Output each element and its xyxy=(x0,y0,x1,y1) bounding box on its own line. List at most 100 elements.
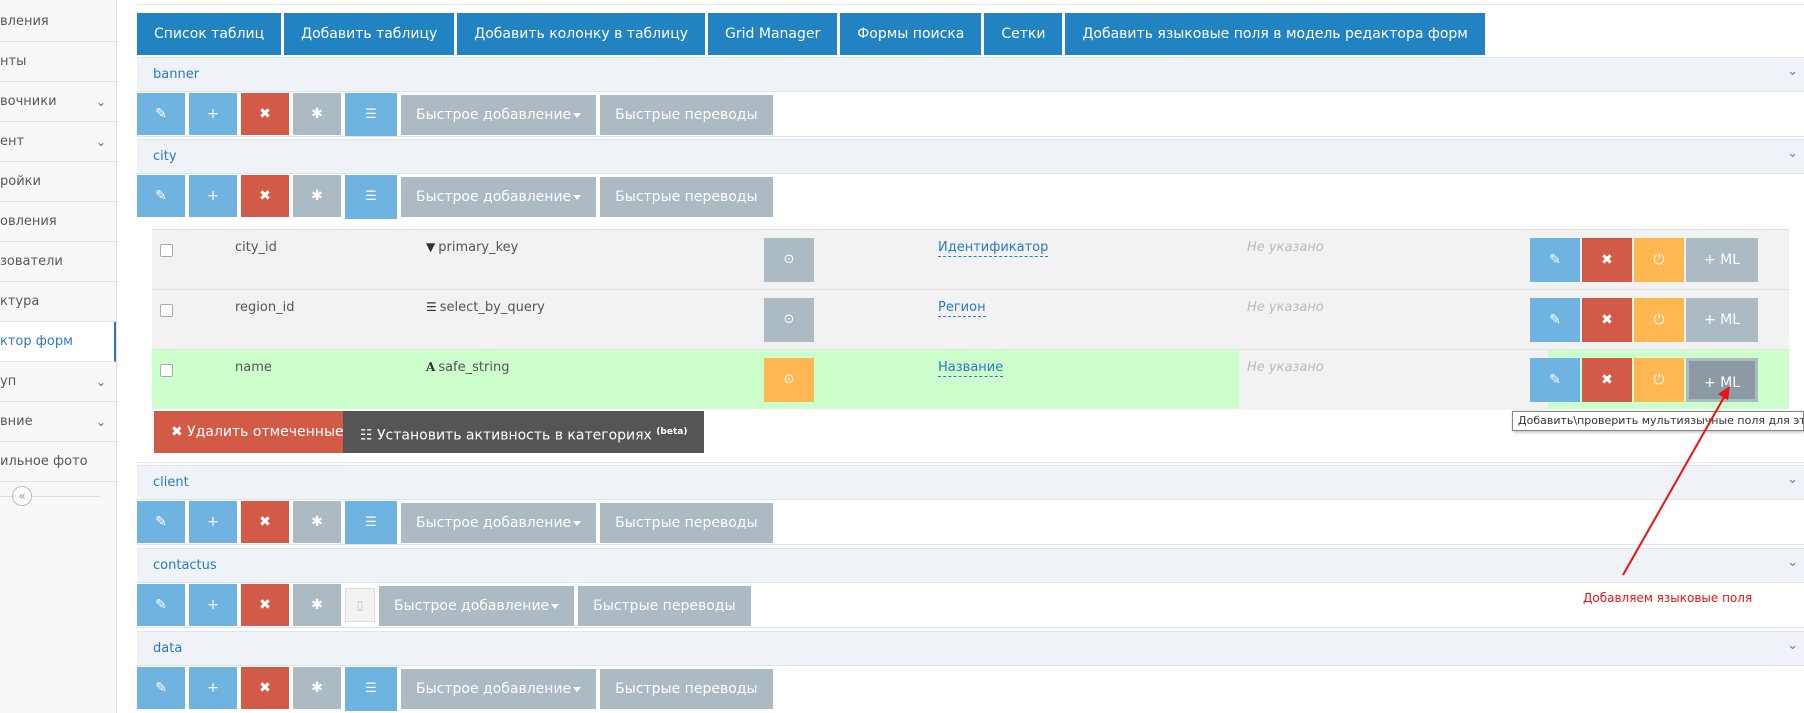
list-icon[interactable]: ☰ xyxy=(345,175,397,219)
delete-field-button[interactable]: ✖ xyxy=(1582,238,1632,282)
row-checkbox[interactable] xyxy=(160,304,173,317)
quick-translations-button[interactable]: Быстрые переводы xyxy=(600,503,773,543)
add-icon[interactable]: + xyxy=(189,584,237,626)
sidebar-item-7[interactable]: ктура xyxy=(0,282,116,322)
sidebar-item-4[interactable]: ройки xyxy=(0,162,116,202)
chevron-down-icon[interactable]: ⌄ xyxy=(1787,555,1798,570)
sidebar-item-1[interactable]: нты xyxy=(0,42,116,82)
edit-icon[interactable]: ✎ xyxy=(137,501,185,543)
row-checkbox[interactable] xyxy=(160,364,173,377)
sidebar-item-11[interactable]: ильное фото xyxy=(0,442,116,482)
sidebar-item-label: нты xyxy=(0,54,27,69)
quick-translations-button[interactable]: Быстрые переводы xyxy=(600,669,773,709)
delete-icon[interactable]: ✖ xyxy=(241,501,289,543)
edit-icon[interactable]: ✎ xyxy=(137,93,185,135)
quick-add-dropdown[interactable]: Быстрое добавление xyxy=(401,503,597,543)
table-panel-header[interactable]: contactus ⌄ xyxy=(137,548,1804,583)
delete-field-button[interactable]: ✖ xyxy=(1582,298,1632,342)
sidebar-item-10[interactable]: вние ⌄ xyxy=(0,402,116,442)
list-icon[interactable]: ☰ xyxy=(345,93,397,137)
chevron-down-icon[interactable]: ⌄ xyxy=(1787,64,1798,79)
quick-add-dropdown[interactable]: Быстрое добавление xyxy=(401,95,597,135)
field-toggle-button[interactable]: ⊙ xyxy=(764,298,814,342)
edit-field-button[interactable]: ✎ xyxy=(1530,238,1580,282)
chevron-down-icon[interactable]: ⌄ xyxy=(1787,472,1798,487)
asterisk-icon[interactable]: ✱ xyxy=(293,667,341,709)
chevron-down-icon[interactable]: ⌄ xyxy=(1787,638,1798,653)
list-icon: ☰ xyxy=(426,300,437,314)
quick-translations-button[interactable]: Быстрые переводы xyxy=(600,177,773,217)
add-icon[interactable]: + xyxy=(189,667,237,709)
field-toggle-button[interactable]: ⊙ xyxy=(764,238,814,282)
sidebar-item-label: овления xyxy=(0,214,57,229)
quick-add-label: Быстрое добавление xyxy=(416,189,572,205)
table-toolbar: ✎ + ✖ ✱ ▯ Быстрое добавление Быстрые пер… xyxy=(137,584,751,626)
field-toggle-button[interactable]: ⊙ xyxy=(764,358,814,402)
list-icon[interactable]: ☰ xyxy=(345,501,397,545)
edit-field-button[interactable]: ✎ xyxy=(1530,298,1580,342)
delete-icon[interactable]: ✖ xyxy=(241,175,289,217)
table-panel-header[interactable]: data ⌄ xyxy=(137,631,1804,666)
quick-add-label: Быстрое добавление xyxy=(416,107,572,123)
asterisk-icon[interactable]: ✱ xyxy=(293,501,341,543)
quick-translations-button[interactable]: Быстрые переводы xyxy=(600,95,773,135)
power-field-button[interactable]: ⏻ xyxy=(1634,358,1684,402)
sidebar-item-0[interactable]: вления xyxy=(0,2,116,42)
nav-grids-button[interactable]: Сетки xyxy=(984,13,1063,55)
asterisk-icon[interactable]: ✱ xyxy=(293,93,341,135)
chevron-down-icon[interactable]: ⌄ xyxy=(1787,146,1798,161)
row-checkbox[interactable] xyxy=(160,244,173,257)
sidebar-item-3[interactable]: ент ⌄ xyxy=(0,122,116,162)
asterisk-icon[interactable]: ✱ xyxy=(293,175,341,217)
ml-field-button[interactable]: + ML xyxy=(1686,298,1758,342)
quick-add-dropdown[interactable]: Быстрое добавление xyxy=(401,669,597,709)
sidebar-item-6[interactable]: зователи xyxy=(0,242,116,282)
quick-add-dropdown[interactable]: Быстрое добавление xyxy=(401,177,597,217)
field-label-link[interactable]: Регион xyxy=(938,300,986,317)
sidebar-item-form-editor[interactable]: ктор форм xyxy=(0,322,116,362)
nav-table-list-button[interactable]: Список таблиц xyxy=(137,13,282,55)
delete-selected-button[interactable]: ✖ Удалить отмеченные xyxy=(154,411,361,453)
table-name: contactus xyxy=(153,558,217,573)
delete-icon[interactable]: ✖ xyxy=(241,93,289,135)
quick-add-label: Быстрое добавление xyxy=(416,515,572,531)
delete-icon[interactable]: ✖ xyxy=(241,584,289,626)
field-description: Не указано xyxy=(1247,300,1324,315)
asterisk-icon[interactable]: ✱ xyxy=(293,584,341,626)
quick-add-dropdown[interactable]: Быстрое добавление xyxy=(379,586,575,626)
table-toolbar: ✎ + ✖ ✱ ☰ Быстрое добавление Быстрые пер… xyxy=(137,667,773,711)
sidebar-item-5[interactable]: овления xyxy=(0,202,116,242)
nav-add-column-button[interactable]: Добавить колонку в таблицу xyxy=(457,13,706,55)
sidebar-item-9[interactable]: уп ⌄ xyxy=(0,362,116,402)
edit-field-button[interactable]: ✎ xyxy=(1530,358,1580,402)
nav-add-language-fields-button[interactable]: Добавить языковые поля в модель редактор… xyxy=(1065,13,1485,55)
edit-icon[interactable]: ✎ xyxy=(137,175,185,217)
table-panel-header[interactable]: client ⌄ xyxy=(137,465,1804,500)
add-icon[interactable]: + xyxy=(189,93,237,135)
nav-search-forms-button[interactable]: Формы поиска xyxy=(840,13,982,55)
field-label-link[interactable]: Идентификатор xyxy=(938,240,1049,257)
set-category-activity-button[interactable]: ☷ Установить активность в категориях (be… xyxy=(343,411,705,453)
collapse-sidebar-icon[interactable]: « xyxy=(12,486,32,506)
table-panel-header[interactable]: city ⌄ xyxy=(137,139,1804,174)
nav-grid-manager-button[interactable]: Grid Manager xyxy=(708,13,838,55)
quick-translations-button[interactable]: Быстрые переводы xyxy=(578,586,751,626)
list-icon[interactable]: ☰ xyxy=(345,667,397,711)
edit-icon[interactable]: ✎ xyxy=(137,584,185,626)
delete-icon[interactable]: ✖ xyxy=(241,667,289,709)
table-panel-header[interactable]: banner ⌄ xyxy=(137,57,1804,92)
edit-icon[interactable]: ✎ xyxy=(137,667,185,709)
delete-field-button[interactable]: ✖ xyxy=(1582,358,1632,402)
add-icon[interactable]: + xyxy=(189,175,237,217)
power-field-button[interactable]: ⏻ xyxy=(1634,298,1684,342)
power-field-button[interactable]: ⏻ xyxy=(1634,238,1684,282)
ml-field-button[interactable]: + ML xyxy=(1686,358,1758,402)
ml-field-button[interactable]: + ML xyxy=(1686,238,1758,282)
nav-add-table-button[interactable]: Добавить таблицу xyxy=(284,13,455,55)
field-type: Asafe_string xyxy=(426,360,509,375)
sidebar-item-2[interactable]: вочники ⌄ xyxy=(0,82,116,122)
sidebar-item-label: уп xyxy=(0,374,17,389)
field-label-link[interactable]: Название xyxy=(938,360,1004,377)
loading-image-icon: ▯ xyxy=(345,588,375,622)
add-icon[interactable]: + xyxy=(189,501,237,543)
